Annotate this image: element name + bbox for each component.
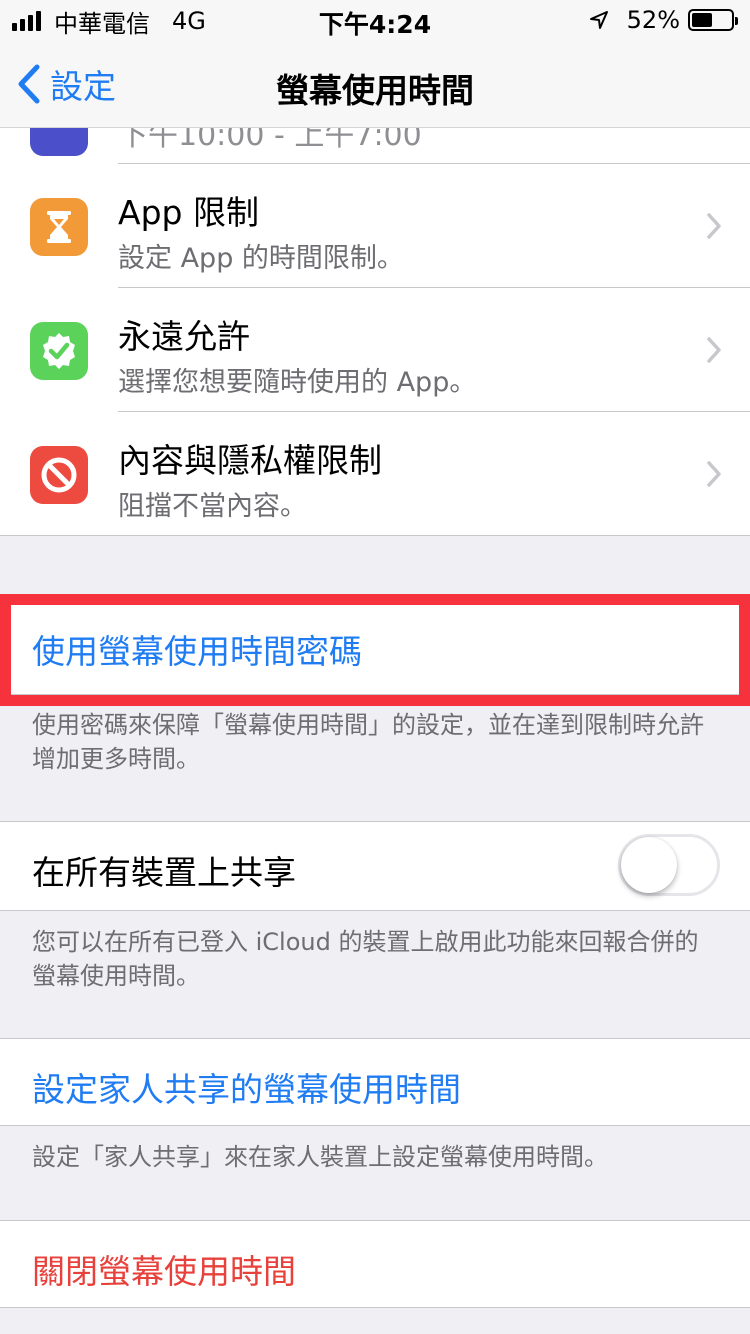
chevron-right-icon xyxy=(707,337,721,363)
group-bottom-border xyxy=(0,535,750,536)
downtime-icon xyxy=(30,128,88,156)
navigation-bar: 設定 螢幕使用時間 xyxy=(0,40,750,128)
turn-off-screen-time-button[interactable]: 關閉螢幕使用時間 xyxy=(0,1220,750,1308)
checkmark-badge-icon xyxy=(30,322,88,380)
list-item-title: 內容與隱私權限制 xyxy=(118,441,382,480)
hourglass-icon xyxy=(30,198,88,256)
list-item-subtitle: 設定 App 的時間限制。 xyxy=(118,243,404,274)
list-item-subtitle: 阻擋不當內容。 xyxy=(118,491,307,522)
share-across-devices-label: 在所有裝置上共享 xyxy=(32,853,296,892)
downtime-schedule: 下午10:00 - 上午7:00 xyxy=(118,128,422,153)
share-across-devices-row[interactable]: 在所有裝置上共享 xyxy=(0,821,750,911)
list-item-content-privacy[interactable]: 內容與隱私權限制 阻擋不當內容。 xyxy=(0,412,750,536)
row-separator xyxy=(11,694,739,695)
turn-off-screen-time-label: 關閉螢幕使用時間 xyxy=(32,1252,296,1291)
downtime-row-partial[interactable]: 下午10:00 - 上午7:00 xyxy=(0,128,750,164)
use-passcode-label: 使用螢幕使用時間密碼 xyxy=(32,632,362,671)
use-passcode-button[interactable]: 使用螢幕使用時間密碼 xyxy=(0,594,750,706)
list-item-always-allowed[interactable]: 永遠允許 選擇您想要隨時使用的 App。 xyxy=(0,288,750,412)
chevron-right-icon xyxy=(707,213,721,239)
list-item-title: 永遠允許 xyxy=(118,317,250,356)
list-item-app-limits[interactable]: App 限制 設定 App 的時間限制。 xyxy=(0,164,750,288)
list-item-subtitle: 選擇您想要隨時使用的 App。 xyxy=(118,367,477,398)
family-sharing-button[interactable]: 設定家人共享的螢幕使用時間 xyxy=(0,1038,750,1126)
row-separator xyxy=(118,163,750,164)
settings-list[interactable]: 下午10:00 - 上午7:00 App 限制 設定 App 的時間限制。 永遠… xyxy=(0,128,750,1334)
status-right: 52% xyxy=(589,5,738,35)
location-arrow-icon xyxy=(589,11,608,29)
battery-percent: 52% xyxy=(626,6,680,34)
family-footer: 設定「家人共享」來在家人裝置上設定螢幕使用時間。 xyxy=(32,1143,608,1171)
chevron-right-icon xyxy=(707,461,721,487)
battery-icon xyxy=(688,9,738,31)
share-footer: 您可以在所有已登入 iCloud 的裝置上啟用此功能來回報合併的螢幕使用時間。 xyxy=(32,928,699,990)
list-item-title: App 限制 xyxy=(118,193,259,232)
battery-fill xyxy=(692,13,712,27)
page-title: 螢幕使用時間 xyxy=(276,71,474,110)
status-bar: 中華電信 4G 下午4:24 52% xyxy=(0,0,750,40)
share-across-devices-toggle[interactable] xyxy=(618,834,720,896)
no-entry-icon xyxy=(30,446,88,504)
family-sharing-label: 設定家人共享的螢幕使用時間 xyxy=(32,1070,461,1109)
toggle-knob xyxy=(621,837,677,893)
passcode-footer: 使用密碼來保障「螢幕使用時間」的設定，並在達到限制時允許增加更多時間。 xyxy=(32,711,704,773)
